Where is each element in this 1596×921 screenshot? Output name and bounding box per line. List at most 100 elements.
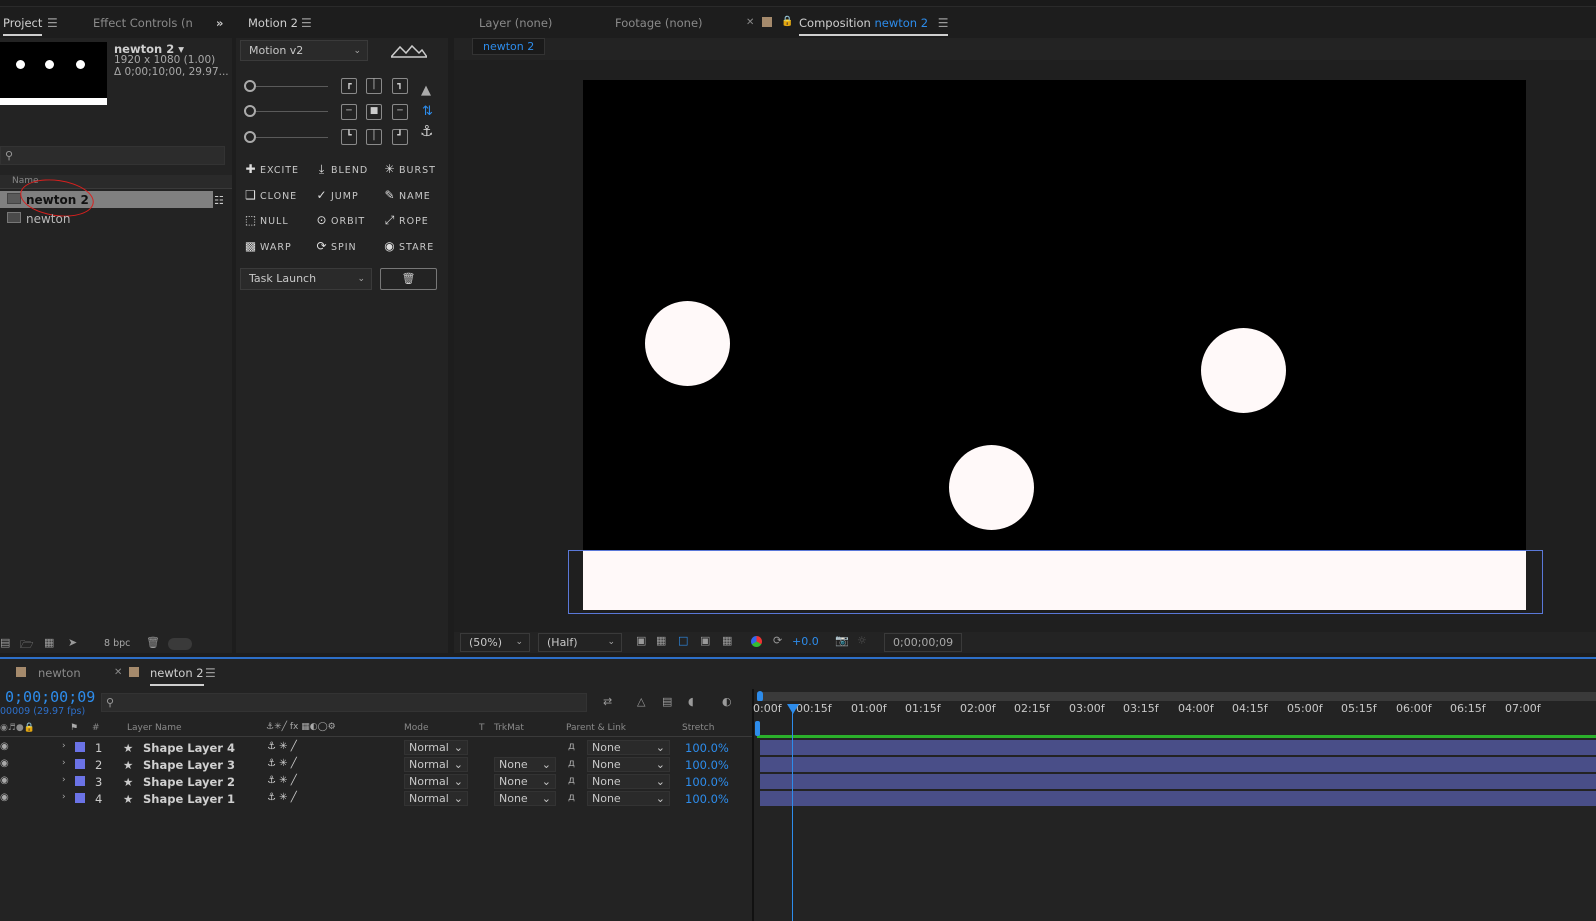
parent-select[interactable]: None ⌄: [587, 774, 670, 789]
clone-button[interactable]: ❑ CLONE: [244, 188, 297, 202]
tab-footage[interactable]: Footage (none): [615, 16, 703, 30]
panel-overflow-icon[interactable]: »: [216, 16, 223, 30]
slider-track[interactable]: [252, 86, 328, 87]
rope-button[interactable]: ⤢ ROPE: [383, 213, 429, 228]
anchor-bottom-right-icon[interactable]: ┛: [392, 129, 408, 145]
bpc-label[interactable]: 8 bpc: [104, 638, 130, 649]
expand-chevron-icon[interactable]: ›: [62, 741, 66, 751]
color-channels-icon[interactable]: [751, 636, 762, 647]
parent-pickwhip-icon[interactable]: д: [568, 758, 575, 769]
layer-row[interactable]: ◉ › 2 ★ Shape Layer 3 ⚓ ✳ ╱ Normal ⌄ None…: [0, 757, 752, 773]
hide-shy-layers-icon[interactable]: ▤: [662, 695, 672, 708]
tab-project[interactable]: Project: [3, 16, 43, 36]
anchor-center-icon[interactable]: ■: [366, 104, 382, 120]
anchor-left-icon[interactable]: ─: [341, 104, 357, 120]
layer-duration-bar[interactable]: [760, 791, 1596, 806]
column-mode[interactable]: Mode: [404, 723, 429, 733]
composition-menu-icon[interactable]: ☰: [938, 16, 949, 30]
anchor-icon[interactable]: ⚓: [420, 122, 433, 140]
null-button[interactable]: ⬚ NULL: [244, 213, 289, 227]
jump-button[interactable]: ✓ JUMP: [315, 188, 359, 202]
circle-shape[interactable]: [949, 445, 1034, 530]
label-color-swatch[interactable]: [75, 759, 85, 769]
composition-flowchart-icon[interactable]: ⇄: [603, 695, 612, 708]
resolution-select[interactable]: (Half) ⌄: [538, 633, 622, 652]
circle-shape[interactable]: [645, 301, 730, 386]
lock-icon[interactable]: 🔒: [781, 16, 793, 27]
anchor-top-left-icon[interactable]: ┏: [341, 78, 357, 94]
close-icon[interactable]: ✕: [114, 667, 122, 678]
layer-switches[interactable]: ⚓ ✳ ╱: [267, 758, 297, 769]
close-icon[interactable]: ✕: [746, 17, 754, 28]
time-ruler[interactable]: 0:00f 00:15f 01:00f 01:15f 02:00f 02:15f…: [753, 701, 1596, 721]
viewer-timecode[interactable]: 0;00;00;09: [884, 633, 963, 652]
time-navigator[interactable]: [757, 691, 1596, 702]
bell-icon[interactable]: ▲: [421, 83, 431, 98]
delete-task-button[interactable]: 🗑: [380, 268, 437, 290]
playhead-line[interactable]: [792, 711, 793, 921]
tab-composition[interactable]: Composition newton 2 ☰: [799, 16, 949, 36]
excite-button[interactable]: ✚ EXCITE: [244, 162, 299, 176]
parent-select[interactable]: None ⌄: [587, 757, 670, 772]
spin-button[interactable]: ⟳ SPIN: [315, 239, 357, 253]
task-launch-select[interactable]: Task Launch ⌄: [240, 268, 372, 290]
layer-row[interactable]: ◉ › 4 ★ Shape Layer 1 ⚓ ✳ ╱ Normal ⌄ None…: [0, 791, 752, 807]
reset-exposure-icon[interactable]: ⟳: [773, 634, 782, 647]
layer-row[interactable]: ◉ › 3 ★ Shape Layer 2 ⚓ ✳ ╱ Normal ⌄ None…: [0, 774, 752, 790]
layer-switches[interactable]: ⚓ ✳ ╱: [267, 741, 297, 752]
stretch-value[interactable]: 100.0%: [685, 775, 729, 789]
grid-guides-icon[interactable]: ▦: [722, 634, 732, 647]
expand-chevron-icon[interactable]: ›: [62, 775, 66, 785]
project-menu-icon[interactable]: ☰: [47, 16, 58, 30]
slider-track[interactable]: [252, 111, 328, 112]
label-color-swatch[interactable]: [75, 793, 85, 803]
comp-breadcrumb[interactable]: newton 2: [472, 38, 546, 55]
timeline-tab-newton[interactable]: newton: [38, 666, 81, 680]
new-folder-icon[interactable]: 🗁: [20, 636, 34, 655]
layer-duration-bar[interactable]: [760, 740, 1596, 755]
motion-blur-icon[interactable]: ◐: [722, 695, 732, 708]
project-search-input[interactable]: ⚲: [0, 146, 225, 165]
stare-button[interactable]: ◉ STARE: [383, 239, 434, 253]
trkmat-select[interactable]: None ⌄: [494, 757, 556, 772]
parent-pickwhip-icon[interactable]: д: [568, 792, 575, 803]
layer-name[interactable]: Shape Layer 2: [143, 775, 235, 789]
name-button[interactable]: ✎ NAME: [383, 188, 431, 202]
work-area-bar[interactable]: [757, 735, 1596, 738]
slider-knob[interactable]: [244, 131, 256, 143]
parent-select[interactable]: None ⌄: [587, 791, 670, 806]
render-queue-icon[interactable]: ➤: [68, 636, 77, 649]
trkmat-select[interactable]: None ⌄: [494, 791, 556, 806]
expand-chevron-icon[interactable]: ›: [62, 792, 66, 802]
anchor-bottom-icon[interactable]: │: [366, 129, 382, 145]
layer-name[interactable]: Shape Layer 4: [143, 741, 235, 755]
label-color-swatch[interactable]: [75, 742, 85, 752]
flowchart-icon[interactable]: ☷: [214, 194, 224, 207]
expand-chevron-icon[interactable]: ›: [62, 758, 66, 768]
layer-duration-bar[interactable]: [760, 757, 1596, 772]
anchor-bottom-left-icon[interactable]: ┗: [341, 129, 357, 145]
anchor-top-right-icon[interactable]: ┓: [392, 78, 408, 94]
label-color-swatch[interactable]: [75, 776, 85, 786]
anchor-right-icon[interactable]: ─: [392, 104, 408, 120]
orbit-button[interactable]: ⊙ ORBIT: [315, 213, 365, 227]
tab-layer[interactable]: Layer (none): [479, 16, 552, 30]
motion-preset-select[interactable]: Motion v2 ⌄: [240, 40, 368, 61]
trkmat-select[interactable]: None ⌄: [494, 774, 556, 789]
exposure-value[interactable]: +0.0: [792, 635, 819, 648]
region-of-interest-icon[interactable]: ▣: [700, 634, 710, 647]
layer-switches[interactable]: ⚓ ✳ ╱: [267, 792, 297, 803]
layer-switches[interactable]: ⚓ ✳ ╱: [267, 775, 297, 786]
slider-track[interactable]: [252, 137, 328, 138]
project-item[interactable]: newton: [0, 210, 213, 227]
layer-name[interactable]: Shape Layer 1: [143, 792, 235, 806]
anchor-top-icon[interactable]: │: [366, 78, 382, 94]
tab-motion[interactable]: Motion 2: [248, 16, 298, 34]
blend-mode-select[interactable]: Normal ⌄: [404, 757, 468, 772]
motion-menu-icon[interactable]: ☰: [301, 16, 312, 30]
timeline-menu-icon[interactable]: ☰: [205, 666, 216, 680]
column-stretch[interactable]: Stretch: [682, 723, 714, 733]
trash-icon[interactable]: 🗑: [146, 636, 160, 649]
slider-knob[interactable]: [244, 80, 256, 92]
new-composition-icon[interactable]: ▦: [44, 636, 54, 649]
